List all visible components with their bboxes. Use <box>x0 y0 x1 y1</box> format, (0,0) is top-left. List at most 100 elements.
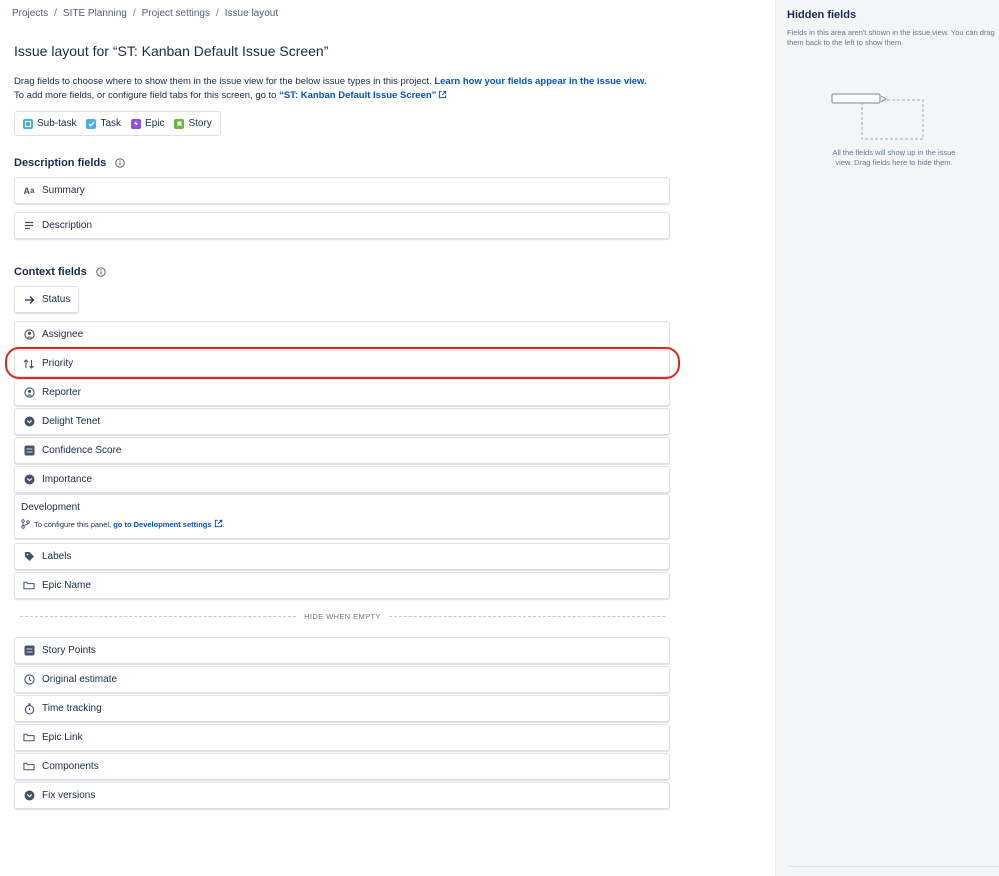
issue-screen-link[interactable]: “ST: Kanban Default Issue Screen” <box>279 90 436 101</box>
field-description[interactable]: Description <box>14 212 670 239</box>
divider-line <box>388 615 665 617</box>
external-link-icon[interactable] <box>438 90 447 99</box>
field-status[interactable]: Status <box>14 286 79 313</box>
person-icon <box>23 329 35 341</box>
branch-icon <box>21 519 30 529</box>
person-icon <box>23 387 35 399</box>
issue-type-epic: Epic <box>131 118 164 129</box>
field-label: Importance <box>42 474 93 485</box>
section-title: Description fields <box>14 157 107 169</box>
field-label: Time tracking <box>42 703 102 714</box>
breadcrumb-site-planning[interactable]: SITE Planning <box>63 8 127 19</box>
info-icon[interactable] <box>96 267 106 277</box>
number-icon <box>23 645 35 657</box>
breadcrumb-project-settings[interactable]: Project settings <box>142 8 210 19</box>
info-icon[interactable] <box>115 158 125 168</box>
hidden-fields-panel[interactable]: Hidden fields Fields in this area aren't… <box>775 0 999 876</box>
breadcrumb: Projects / SITE Planning / Project setti… <box>12 8 278 19</box>
description-fields-heading: Description fields <box>14 157 125 169</box>
field-label: Fix versions <box>42 790 96 801</box>
breadcrumb-projects[interactable]: Projects <box>12 8 48 19</box>
epic-icon <box>131 118 142 129</box>
field-reporter[interactable]: Reporter <box>14 379 670 406</box>
hidden-fields-title: Hidden fields <box>787 9 857 21</box>
intro-line1: Drag fields to choose where to show them… <box>14 76 435 87</box>
story-icon <box>174 118 185 129</box>
field-label: Status <box>42 294 71 305</box>
section-title: Context fields <box>14 266 87 278</box>
field-box-icon <box>23 761 35 773</box>
breadcrumb-separator: / <box>216 8 219 19</box>
learn-fields-link[interactable]: Learn how your fields appear in the issu… <box>434 76 646 87</box>
issue-type-task: Task <box>86 118 121 129</box>
tag-icon <box>23 551 35 563</box>
field-label: Priority <box>42 358 74 369</box>
field-importance[interactable]: Importance <box>14 466 670 493</box>
issue-type-label: Sub-task <box>37 118 77 129</box>
field-label: Epic Link <box>42 732 83 743</box>
breadcrumb-separator: / <box>54 8 57 19</box>
development-text: To configure this panel, <box>34 520 114 529</box>
stopwatch-icon <box>23 702 35 715</box>
field-label: Assignee <box>42 329 84 340</box>
development-suffix: . <box>222 520 225 529</box>
issue-type-subtask: Sub-task <box>23 118 76 129</box>
development-panel[interactable]: Development To configure this panel, go … <box>14 494 670 539</box>
arrow-right-icon <box>23 294 35 306</box>
field-summary[interactable]: Aa Summary <box>14 177 670 204</box>
field-epic-link[interactable]: Epic Link <box>14 724 670 751</box>
clock-icon <box>23 674 35 686</box>
subtask-icon <box>23 118 33 129</box>
development-config-line: To configure this panel, go to Developme… <box>21 519 663 529</box>
intro-text: Drag fields to choose where to show them… <box>14 75 754 102</box>
field-label: Summary <box>42 185 85 196</box>
field-label: Labels <box>42 551 72 562</box>
panel-divider <box>788 866 999 867</box>
breadcrumb-issue-layout[interactable]: Issue layout <box>225 8 278 19</box>
drag-field-illustration <box>831 93 924 140</box>
field-label: Original estimate <box>42 674 118 685</box>
field-components[interactable]: Components <box>14 753 670 780</box>
priority-arrows-icon <box>23 358 35 370</box>
external-link-icon[interactable] <box>214 519 223 528</box>
issue-type-label: Epic <box>145 118 165 129</box>
divider-label: HIDE WHEN EMPTY <box>304 611 381 621</box>
issue-type-label: Story <box>188 118 212 129</box>
context-fields-heading: Context fields <box>14 266 106 278</box>
field-confidence-score[interactable]: Confidence Score <box>14 437 670 464</box>
field-label: Reporter <box>42 387 81 398</box>
field-time-tracking[interactable]: Time tracking <box>14 695 670 722</box>
field-labels[interactable]: Labels <box>14 543 670 570</box>
hidden-fields-description: Fields in this area aren't shown in the … <box>787 28 995 47</box>
field-fix-versions[interactable]: Fix versions <box>14 782 670 809</box>
field-epic-name[interactable]: Epic Name <box>14 572 670 599</box>
hide-when-empty-divider: HIDE WHEN EMPTY <box>20 610 665 622</box>
development-settings-link[interactable]: go to Development settings <box>113 520 211 529</box>
field-box-icon <box>23 580 35 592</box>
field-label: Delight Tenet <box>42 416 101 427</box>
text-format-icon: Aa <box>23 185 35 196</box>
number-icon <box>23 445 35 457</box>
divider-line <box>20 615 297 617</box>
development-title: Development <box>21 502 80 513</box>
field-original-estimate[interactable]: Original estimate <box>14 666 670 693</box>
chevron-circle-icon <box>23 416 35 428</box>
task-icon <box>86 118 97 129</box>
field-story-points[interactable]: Story Points <box>14 637 670 664</box>
issue-type-list: Sub-task Task Epic Story <box>14 111 221 136</box>
chevron-circle-icon <box>23 790 35 802</box>
issue-type-label: Task <box>100 118 122 129</box>
breadcrumb-separator: / <box>132 8 136 19</box>
page-title: Issue layout for “ST: Kanban Default Iss… <box>14 43 329 59</box>
field-label: Epic Name <box>42 580 91 591</box>
lines-icon <box>23 220 35 232</box>
intro-line2: To add more fields, or configure field t… <box>14 89 280 101</box>
hidden-fields-empty-text: All the fields will show up in the issue… <box>832 148 956 167</box>
field-priority[interactable]: Priority <box>14 350 670 377</box>
issue-type-story: Story <box>174 118 212 129</box>
field-label: Components <box>42 761 99 772</box>
field-assignee[interactable]: Assignee <box>14 321 670 348</box>
field-label: Description <box>42 220 93 231</box>
field-label: Confidence Score <box>42 445 122 456</box>
field-delight-tenet[interactable]: Delight Tenet <box>14 408 670 435</box>
